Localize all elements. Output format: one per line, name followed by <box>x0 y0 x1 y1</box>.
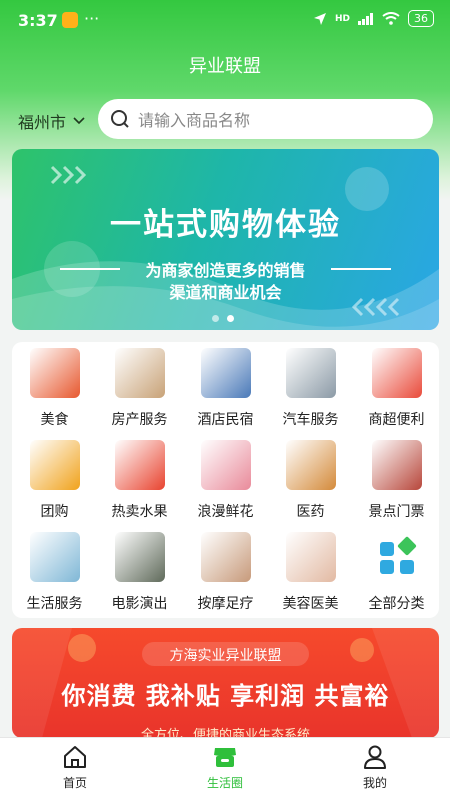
category-label: 生活服务 <box>26 596 83 612</box>
wifi-icon <box>382 12 400 25</box>
category-label: 商超便利 <box>368 412 425 428</box>
status-bar: 3:37 ··· HD 36 <box>0 0 450 42</box>
category-item[interactable]: 热卖水果 <box>97 440 182 521</box>
bottom-tab-bar: 首页 生活圈 我的 <box>0 737 450 801</box>
category-item[interactable]: 房产服务 <box>97 348 182 429</box>
tab-life-circle-label: 生活圈 <box>206 776 243 790</box>
promo-tagline: 全方位、便捷的商业生态系统 <box>140 728 310 738</box>
category-item[interactable]: 浪漫鲜花 <box>183 440 268 521</box>
category-item[interactable]: 全部分类 <box>354 532 439 613</box>
city-label: 福州市 <box>18 113 67 132</box>
network-type: HD <box>334 13 350 24</box>
category-item[interactable]: 景点门票 <box>354 440 439 521</box>
category-grid: 美食 房产服务 酒店民宿 汽车服务 商超便利团购 热卖水果 浪漫鲜花 医药 景点门票生活服务 电影… <box>12 342 439 618</box>
promo-company: 方海实业异业联盟 <box>169 648 282 664</box>
search-input[interactable]: 请输入商品名称 <box>138 107 250 131</box>
location-icon <box>313 12 326 25</box>
category-label: 热卖水果 <box>111 504 168 520</box>
life-service-image <box>29 532 80 582</box>
car-image <box>285 348 336 398</box>
category-item[interactable]: 医药 <box>268 440 353 521</box>
status-time: 3:37 <box>18 11 58 30</box>
category-label: 酒店民宿 <box>197 412 254 428</box>
promo-banner[interactable]: 一站式购物体验 为商家创造更多的销售 渠道和商业机会 <box>12 149 439 330</box>
category-item[interactable]: 汽车服务 <box>268 348 353 429</box>
tab-home-label: 首页 <box>62 776 87 790</box>
category-label: 房产服务 <box>111 412 168 428</box>
pagination-dot <box>212 315 219 322</box>
tab-profile-label: 我的 <box>362 776 387 790</box>
category-item[interactable]: 电影演出 <box>97 532 182 613</box>
city-selector[interactable]: 福州市 <box>18 109 86 133</box>
chevron-down-icon <box>73 117 85 125</box>
banner-headline: 一站式购物体验 <box>110 207 341 243</box>
medicine-image <box>285 440 336 490</box>
category-item[interactable]: 美食 <box>12 348 97 429</box>
scenic-building-image <box>371 440 422 490</box>
category-label: 景点门票 <box>368 504 425 520</box>
signal-icon <box>358 12 373 25</box>
group-buy-image <box>29 440 80 490</box>
food-image <box>29 348 80 398</box>
movie-image <box>114 532 165 582</box>
category-label: 按摩足疗 <box>197 596 254 612</box>
status-indicators: HD 36 <box>313 10 434 27</box>
category-label: 电影演出 <box>111 596 168 612</box>
search-icon <box>111 110 129 128</box>
category-item[interactable]: 按摩足疗 <box>183 532 268 613</box>
alliance-promo-card[interactable]: 方海实业异业联盟 你消费 我补贴 享利润 共富裕 全方位、便捷的商业生态系统 <box>12 628 439 738</box>
shopping-cart-image <box>371 348 422 398</box>
category-item[interactable]: 商超便利 <box>354 348 439 429</box>
flowers-image <box>200 440 251 490</box>
living-room-image <box>114 348 165 398</box>
search-bar[interactable]: 请输入商品名称 <box>98 99 433 139</box>
beauty-image <box>285 532 336 582</box>
tab-life-circle[interactable]: 生活圈 <box>150 744 300 791</box>
massage-image <box>200 532 251 582</box>
category-label: 团购 <box>40 504 69 520</box>
category-label: 汽车服务 <box>282 412 339 428</box>
grid-all-icon <box>372 532 422 582</box>
store-icon <box>214 748 236 767</box>
banner-pagination <box>212 315 234 322</box>
category-label: 全部分类 <box>368 596 425 612</box>
banner-subtitle-1: 为商家创造更多的销售 <box>145 261 306 280</box>
hotel-building-image <box>200 348 251 398</box>
category-item[interactable]: 生活服务 <box>12 532 97 613</box>
category-label: 美容医美 <box>282 596 339 612</box>
page-title: 异业联盟 <box>189 56 261 77</box>
profile-icon <box>364 745 386 769</box>
category-label: 浪漫鲜花 <box>197 504 254 520</box>
fruit-image <box>114 440 165 490</box>
category-item[interactable]: 酒店民宿 <box>183 348 268 429</box>
banner-subtitle-2: 渠道和商业机会 <box>169 283 282 302</box>
tab-profile[interactable]: 我的 <box>300 744 450 791</box>
more-notifications-icon: ··· <box>84 9 100 28</box>
battery-icon: 36 <box>408 10 434 27</box>
category-item[interactable]: 团购 <box>12 440 97 521</box>
promo-slogan: 你消费 我补贴 享利润 共富裕 <box>61 682 390 710</box>
tab-home[interactable]: 首页 <box>0 744 150 791</box>
category-label: 医药 <box>296 504 325 520</box>
category-item[interactable]: 美容医美 <box>268 532 353 613</box>
category-label: 美食 <box>40 412 69 428</box>
home-icon <box>64 746 86 768</box>
app-notification-icon <box>62 12 78 28</box>
pagination-dot-active <box>227 315 234 322</box>
